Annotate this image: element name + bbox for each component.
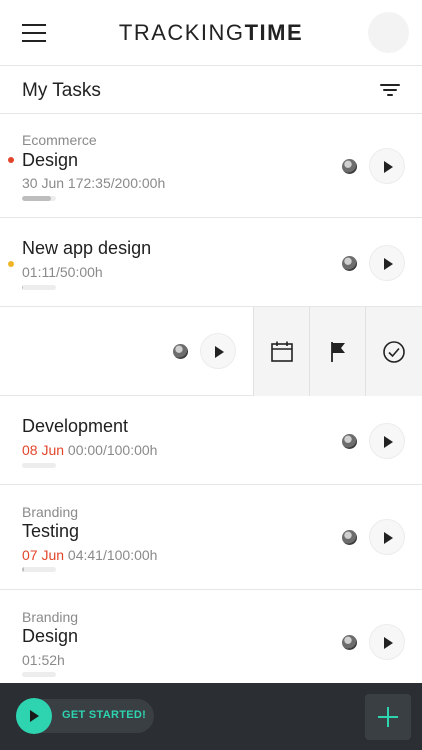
logo-part-tracking: TRACKING: [118, 20, 245, 45]
assignee-avatar: [342, 635, 357, 650]
task-name: Development: [22, 416, 129, 436]
task-time: 00:00/100:00h: [64, 442, 158, 458]
task-name: New app design: [22, 238, 152, 258]
schedule-action-button[interactable]: [253, 307, 309, 396]
bottom-bar: GET STARTED!: [0, 683, 422, 750]
flag-icon: [331, 342, 345, 362]
play-button[interactable]: [369, 624, 405, 660]
filter-icon[interactable]: [380, 82, 400, 98]
get-started-button[interactable]: GET STARTED!: [16, 698, 154, 734]
user-avatar[interactable]: [368, 12, 409, 53]
app-logo: TRACKINGTIME: [0, 20, 422, 46]
task-row[interactable]: Branding Design 01:52h: [0, 590, 422, 683]
task-time: 01:11/50:00h: [22, 264, 103, 280]
task-due-date: 08 Jun: [22, 442, 65, 458]
task-time: 04:41/100:00h: [64, 547, 158, 563]
task-meta: 30 Jun 172:35/200:00h: [22, 175, 165, 191]
task-progress-fill: [22, 196, 52, 201]
task-project: Branding: [22, 504, 79, 520]
task-project: Branding: [22, 609, 79, 625]
get-started-label: GET STARTED!: [62, 709, 147, 721]
assignee-avatar: [342, 256, 357, 271]
assignee-avatar: [173, 344, 188, 359]
task-name: Testing: [22, 521, 80, 541]
section-title: My Tasks: [22, 80, 101, 101]
complete-action-button[interactable]: [365, 307, 422, 396]
check-circle-icon: [383, 341, 405, 363]
task-progress-fill: [22, 567, 24, 572]
section-header: My Tasks: [0, 66, 422, 114]
task-meta: 01:52h: [22, 652, 65, 668]
swiped-task-row[interactable]: [0, 307, 422, 396]
task-row[interactable]: Ecommerce Design 30 Jun 172:35/200:00h: [0, 114, 422, 218]
task-status-dot: [8, 261, 14, 267]
task-progress-bar: [22, 672, 56, 677]
assignee-avatar: [342, 159, 357, 174]
task-due-date: 07 Jun: [22, 547, 65, 563]
task-project: Ecommerce: [22, 132, 97, 148]
assignee-avatar: [342, 530, 357, 545]
task-row[interactable]: Branding Testing 07 Jun 04:41/100:00h: [0, 485, 422, 590]
task-progress-bar: [22, 567, 56, 572]
task-progress-fill: [22, 285, 23, 290]
play-button[interactable]: [369, 423, 405, 459]
play-button[interactable]: [369, 245, 405, 281]
play-icon: [16, 698, 52, 734]
top-bar: TRACKINGTIME: [0, 0, 422, 66]
task-progress-bar: [22, 285, 56, 290]
task-status-dot: [8, 157, 14, 163]
task-meta: 08 Jun 00:00/100:00h: [22, 442, 157, 458]
flag-action-button[interactable]: [309, 307, 365, 396]
assignee-avatar: [342, 434, 357, 449]
task-name: Design: [22, 626, 79, 646]
task-meta: 07 Jun 04:41/100:00h: [22, 547, 157, 563]
task-name: Design: [22, 150, 79, 170]
task-progress-bar: [22, 196, 56, 201]
task-meta: 01:11/50:00h: [22, 264, 103, 280]
play-button[interactable]: [369, 148, 405, 184]
play-button[interactable]: [369, 519, 405, 555]
calendar-icon: [271, 341, 293, 362]
task-progress-bar: [22, 463, 56, 468]
logo-part-time: TIME: [244, 20, 304, 45]
task-time: 01:52h: [22, 652, 65, 668]
task-time: 30 Jun 172:35/200:00h: [22, 175, 166, 191]
task-row[interactable]: New app design 01:11/50:00h: [0, 218, 422, 307]
add-task-button[interactable]: [365, 694, 411, 740]
task-row[interactable]: Development 08 Jun 00:00/100:00h: [0, 396, 422, 485]
play-button[interactable]: [200, 333, 236, 369]
